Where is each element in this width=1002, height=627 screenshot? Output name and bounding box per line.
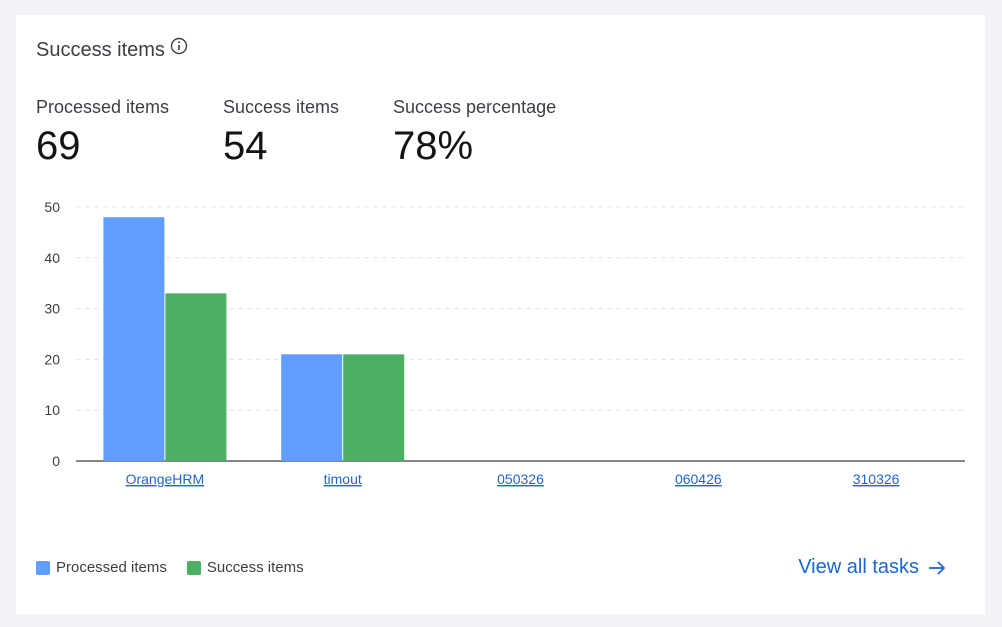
x-tick-label-060426[interactable]: 060426 bbox=[675, 471, 722, 487]
legend-item-success[interactable]: Success items bbox=[186, 559, 304, 576]
bar-processed-orangehrm[interactable] bbox=[103, 217, 165, 461]
bar-chart: 0 10 20 30 40 50 OrangeHRM timout 050326 060426 31… bbox=[44, 199, 965, 487]
y-tick-label: 20 bbox=[44, 351, 60, 367]
legend-swatch-success bbox=[186, 560, 201, 575]
legend-label-success: Success items bbox=[206, 559, 304, 576]
y-tick-label: 50 bbox=[44, 199, 60, 215]
bar-success-orangehrm[interactable] bbox=[165, 293, 227, 461]
y-tick-label: 40 bbox=[44, 250, 60, 266]
bar-success-timout[interactable] bbox=[343, 354, 405, 461]
x-tick-label-310326[interactable]: 310326 bbox=[853, 471, 900, 487]
chart-legend: Processed items Success items bbox=[36, 559, 324, 576]
y-tick-label: 10 bbox=[44, 402, 60, 418]
view-all-tasks-link[interactable]: View all tasks bbox=[798, 556, 947, 579]
x-tick-label-orangehrm[interactable]: OrangeHRM bbox=[126, 471, 205, 487]
y-tick-label: 0 bbox=[52, 453, 60, 469]
bar-processed-timout[interactable] bbox=[281, 354, 343, 461]
x-tick-label-timout[interactable]: timout bbox=[324, 471, 362, 487]
x-tick-label-050326[interactable]: 050326 bbox=[497, 471, 544, 487]
legend-item-processed[interactable]: Processed items bbox=[36, 559, 167, 576]
y-tick-label: 30 bbox=[44, 301, 60, 317]
arrow-right-icon bbox=[927, 558, 947, 578]
legend-label-processed: Processed items bbox=[56, 559, 167, 576]
view-all-tasks-label: View all tasks bbox=[798, 556, 919, 578]
legend-swatch-processed bbox=[36, 560, 50, 575]
success-items-card: Success items Processed items 69 Success… bbox=[16, 15, 985, 614]
